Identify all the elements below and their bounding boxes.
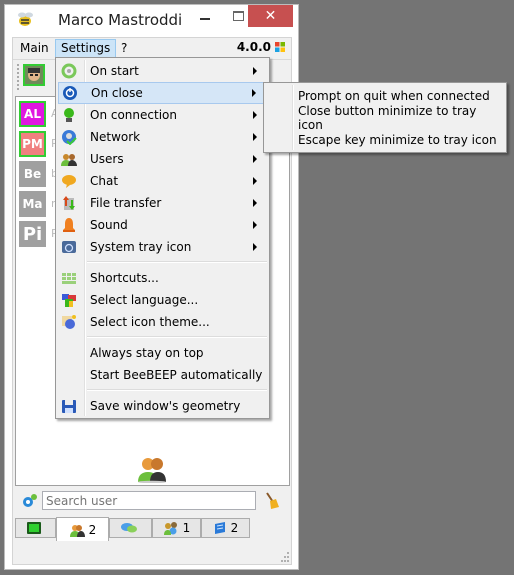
menu-separator xyxy=(87,336,267,338)
toolbar-grip[interactable] xyxy=(17,64,21,90)
menu-sound[interactable]: Sound xyxy=(58,214,267,236)
menu-separator xyxy=(87,261,267,263)
user-badge-pm[interactable]: PM xyxy=(19,131,46,157)
chat-screen-icon xyxy=(26,522,41,534)
tab-chat-screen[interactable] xyxy=(15,518,56,538)
menu-settings[interactable]: Settings xyxy=(55,39,117,59)
tab-chats[interactable] xyxy=(109,518,152,538)
settings-menu: On start On close On connection Network … xyxy=(55,57,270,419)
menu-always-on-top[interactable]: Always stay on top xyxy=(58,342,267,364)
tab-count: 2 xyxy=(88,522,97,537)
menu-save-geometry[interactable]: Save window's geometry xyxy=(58,395,267,417)
menu-select-language[interactable]: Select language... xyxy=(58,289,267,311)
submenu-arrow-icon xyxy=(253,243,257,251)
tab-users[interactable]: 2 xyxy=(56,517,109,541)
search-user-input[interactable] xyxy=(42,491,256,510)
user-badge-be[interactable]: Be xyxy=(19,161,46,187)
menu-separator xyxy=(87,389,267,391)
clear-broom-icon[interactable] xyxy=(264,492,280,510)
minimize-button[interactable] xyxy=(192,5,218,27)
menu-close-button-minimize[interactable]: Close button minimize to tray icon xyxy=(266,104,504,132)
chat-bubble-icon xyxy=(61,173,77,189)
power-icon xyxy=(62,85,78,101)
tray-icon xyxy=(61,239,77,255)
shortcuts-icon xyxy=(61,270,77,286)
avatar-face-icon xyxy=(25,66,43,84)
minimize-icon xyxy=(200,18,210,20)
on-start-icon xyxy=(61,63,77,79)
save-disk-icon xyxy=(61,398,77,414)
network-icon xyxy=(61,129,77,145)
version-label: 4.0.0 xyxy=(236,40,271,54)
menu-shortcuts[interactable]: Shortcuts... xyxy=(58,267,267,289)
menu-select-icon-theme[interactable]: Select icon theme... xyxy=(58,311,267,333)
users-icon xyxy=(69,524,85,537)
users-icon xyxy=(138,458,166,483)
users-icon xyxy=(61,151,77,167)
menu-help[interactable]: ? xyxy=(116,39,132,57)
language-flags-icon xyxy=(61,292,77,308)
file-share-icon xyxy=(214,522,225,534)
submenu-arrow-icon xyxy=(253,67,257,75)
menu-chat[interactable]: Chat xyxy=(58,170,267,192)
groups-icon xyxy=(163,522,177,535)
tab-groups[interactable]: 1 xyxy=(152,518,201,538)
tab-count: 1 xyxy=(182,521,191,535)
menu-on-start[interactable]: On start xyxy=(58,60,267,82)
submenu-arrow-icon xyxy=(253,111,257,119)
tab-file-share[interactable]: 2 xyxy=(201,518,250,538)
icon-theme-icon xyxy=(61,314,77,330)
menu-on-close[interactable]: On close xyxy=(58,82,267,104)
file-transfer-icon xyxy=(61,195,77,211)
user-badge-al[interactable]: AL xyxy=(19,101,46,127)
submenu-arrow-icon xyxy=(253,177,257,185)
search-row xyxy=(13,488,291,516)
menu-bar: Main Settings ? 4.0.0 xyxy=(13,38,291,59)
submenu-arrow-icon xyxy=(253,133,257,141)
maximize-icon xyxy=(232,11,244,21)
menu-users[interactable]: Users xyxy=(58,148,267,170)
bell-icon xyxy=(61,217,77,233)
on-close-submenu: Prompt on quit when connected Close butt… xyxy=(263,82,507,153)
submenu-arrow-icon xyxy=(253,155,257,163)
title-bar[interactable]: Marco Mastroddi ✕ xyxy=(5,5,298,37)
chats-icon xyxy=(120,523,137,533)
tab-count: 2 xyxy=(230,521,239,535)
submenu-arrow-icon xyxy=(253,221,257,229)
user-badge-pi[interactable]: Pi xyxy=(19,221,46,247)
submenu-arrow-icon xyxy=(253,199,257,207)
menu-system-tray-icon[interactable]: System tray icon xyxy=(58,236,267,258)
menu-start-automatically[interactable]: Start BeeBEEP automatically xyxy=(58,364,267,386)
user-badge-ma[interactable]: Ma xyxy=(19,191,46,217)
menu-main[interactable]: Main xyxy=(15,39,54,57)
connection-icon xyxy=(61,107,77,123)
menu-on-connection[interactable]: On connection xyxy=(58,104,267,126)
menu-network[interactable]: Network xyxy=(58,126,267,148)
close-button[interactable]: ✕ xyxy=(248,5,293,27)
tab-bar: 2 1 2 xyxy=(15,517,285,542)
resize-grip[interactable] xyxy=(279,552,289,562)
window-title: Marco Mastroddi xyxy=(58,11,183,29)
menu-file-transfer[interactable]: File transfer xyxy=(58,192,267,214)
menu-escape-key-minimize[interactable]: Escape key minimize to tray icon xyxy=(266,129,504,151)
my-avatar-button[interactable] xyxy=(23,64,45,86)
submenu-arrow-icon xyxy=(252,89,256,97)
search-options-gear-icon[interactable] xyxy=(21,493,37,509)
bee-app-icon xyxy=(18,12,33,26)
close-icon: ✕ xyxy=(264,8,277,24)
windows-flag-icon xyxy=(275,42,285,52)
